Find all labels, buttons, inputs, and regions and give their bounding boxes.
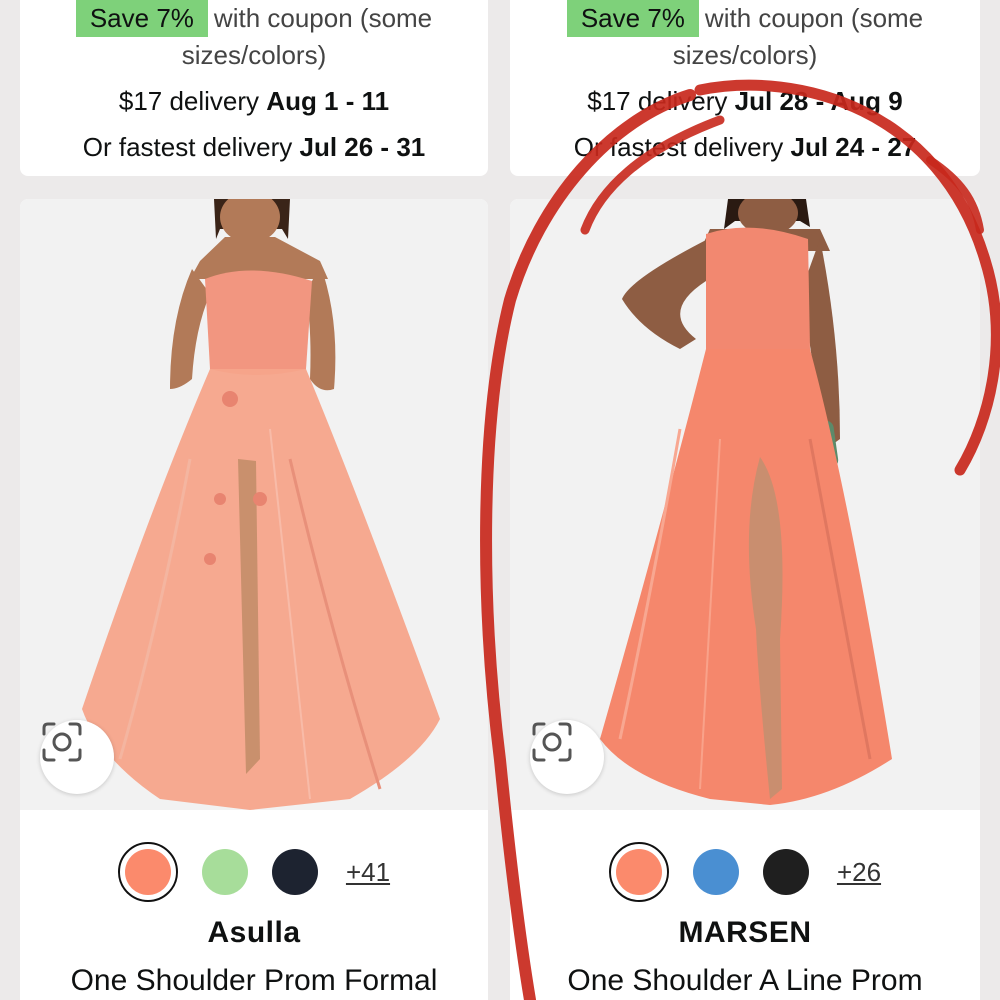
fastest-prefix: Or fastest delivery xyxy=(573,132,784,162)
coupon-text-cont: sizes/colors) xyxy=(181,40,327,70)
product-card-marsen[interactable]: +26 MARSEN One Shoulder A Line Prom xyxy=(510,199,980,1000)
coupon-text: with coupon (some xyxy=(704,3,924,33)
delivery-info: $17 delivery Jul 28 - Aug 9 xyxy=(510,83,980,120)
more-colors-link[interactable]: +26 xyxy=(837,857,881,888)
delivery-prefix: $17 delivery xyxy=(118,86,260,116)
product-card-asulla[interactable]: +41 Asulla One Shoulder Prom Formal xyxy=(20,199,488,1000)
fastest-delivery-info: Or fastest delivery Jul 24 - 27 xyxy=(510,129,980,166)
dress-illustration xyxy=(600,199,892,805)
visual-search-button[interactable] xyxy=(530,720,604,794)
visual-search-button[interactable] xyxy=(40,720,114,794)
swatch-navy[interactable] xyxy=(271,849,318,895)
delivery-info: $17 delivery Aug 1 - 11 xyxy=(20,83,488,120)
brand-name: Asulla xyxy=(207,916,301,949)
coupon-text: with coupon (some xyxy=(213,3,433,33)
delivery-date: Aug 1 - 11 xyxy=(266,86,390,116)
color-swatches: +41 xyxy=(20,842,488,902)
more-colors-link[interactable]: +41 xyxy=(346,857,390,888)
swatch-selected[interactable] xyxy=(608,842,669,902)
product-image[interactable] xyxy=(20,199,488,810)
swatch-green[interactable] xyxy=(201,849,248,895)
visual-search-icon xyxy=(532,722,572,762)
swatch-coral xyxy=(615,849,662,895)
swatch-selected[interactable] xyxy=(117,842,178,902)
coupon-badge: Save 7% xyxy=(566,0,699,37)
product-card-top-right[interactable]: Save 7% with coupon (some sizes/colors) $… xyxy=(510,0,980,176)
product-grid: Save 7% with coupon (some sizes/colors) $… xyxy=(0,0,1000,1000)
delivery-date: Jul 28 - Aug 9 xyxy=(734,86,903,116)
brand-name: MARSEN xyxy=(678,916,812,949)
swatch-blue[interactable] xyxy=(692,849,739,895)
fastest-delivery-info: Or fastest delivery Jul 26 - 31 xyxy=(20,129,488,166)
dress-illustration xyxy=(82,199,440,810)
product-title[interactable]: One Shoulder A Line Prom xyxy=(510,964,980,998)
product-card-top-left[interactable]: Save 7% with coupon (some sizes/colors) $… xyxy=(20,0,488,176)
coupon-badge: Save 7% xyxy=(75,0,208,37)
swatch-coral xyxy=(124,849,171,895)
product-title[interactable]: One Shoulder Prom Formal xyxy=(20,964,488,998)
visual-search-icon xyxy=(42,722,82,762)
delivery-prefix: $17 delivery xyxy=(587,86,728,116)
fastest-date: Jul 24 - 27 xyxy=(790,132,917,162)
fastest-date: Jul 26 - 31 xyxy=(299,132,426,162)
swatch-black[interactable] xyxy=(762,849,809,895)
fastest-prefix: Or fastest delivery xyxy=(82,132,293,162)
product-image[interactable] xyxy=(510,199,980,810)
coupon-text-cont: sizes/colors) xyxy=(672,40,818,70)
color-swatches: +26 xyxy=(510,842,980,902)
